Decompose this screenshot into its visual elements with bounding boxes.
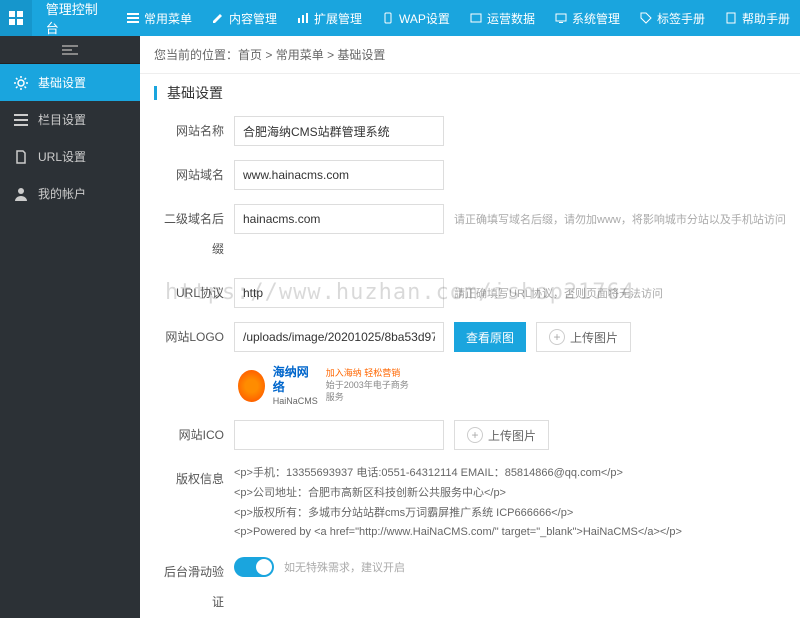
main: 基础设置 栏目设置 URL设置 我的帐户 您当前的位置：首页 > 常用菜单 > … [0, 36, 800, 618]
top-menu: 常用菜单 内容管理 扩展管理 WAP设置 运营数据 系统管理 标签手册 帮助手册 [117, 0, 800, 36]
logo-swirl-icon [238, 370, 265, 402]
row-subsuffix: 二级域名后缀 请正确填写域名后缀，请勿加www，将影响城市分站以及手机站访问 [154, 204, 786, 264]
panel: 基础设置 网站名称 网站域名 二级域名后缀 请正确填写域名后缀，请勿加www，将… [154, 86, 786, 618]
row-copyright: 版权信息 <p>手机：13355693937 电话:0551-64312114 … [154, 464, 786, 543]
label-subsuffix: 二级域名后缀 [154, 204, 234, 264]
btn-upload-logo[interactable]: +上传图片 [536, 322, 631, 352]
sidebar-collapse[interactable] [0, 36, 140, 64]
input-logo[interactable] [234, 322, 444, 352]
sidebar-item-account[interactable]: 我的帐户 [0, 175, 140, 212]
app-title: 管理控制台 [32, 0, 117, 37]
menu-system[interactable]: 系统管理 [545, 0, 630, 36]
input-protocol[interactable] [234, 278, 444, 308]
row-slideverify: 后台滑动验证 如无特殊需求，建议开启 [154, 557, 786, 617]
file-icon [14, 150, 28, 164]
breadcrumb: 您当前的位置：首页 > 常用菜单 > 基础设置 [140, 36, 800, 74]
input-subsuffix[interactable] [234, 204, 444, 234]
menu-wap[interactable]: WAP设置 [372, 0, 460, 36]
tag-icon [640, 12, 652, 24]
row-logo-preview: 海纳网络 HaiNaCMS 加入海纳 轻松营销 始于2003年电子商务服务 [154, 366, 786, 406]
menu-common[interactable]: 常用菜单 [117, 0, 202, 36]
sidebar-item-column[interactable]: 栏目设置 [0, 101, 140, 138]
dashboard-icon [8, 10, 24, 26]
sidebar: 基础设置 栏目设置 URL设置 我的帐户 [0, 36, 140, 618]
row-protocol: URL协议 請正确填写URL协议，否则页面将无法访问 [154, 278, 786, 308]
btn-view-logo[interactable]: 查看原图 [454, 322, 526, 352]
sidebar-item-basic[interactable]: 基础设置 [0, 64, 140, 101]
edit-icon [212, 12, 224, 24]
sidebar-item-url[interactable]: URL设置 [0, 138, 140, 175]
book-icon [725, 12, 737, 24]
row-ico: 网站ICO +上传图片 [154, 420, 786, 450]
row-domain: 网站域名 [154, 160, 786, 190]
plus-icon: + [549, 329, 565, 345]
logo-preview: 海纳网络 HaiNaCMS 加入海纳 轻松营销 始于2003年电子商务服务 [234, 366, 414, 406]
panel-title: 基础设置 [154, 86, 786, 100]
switch-slideverify[interactable] [234, 557, 274, 577]
chart-icon [297, 12, 309, 24]
label-domain: 网站域名 [154, 160, 234, 190]
row-sitename: 网站名称 [154, 116, 786, 146]
hint-subsuffix: 请正确填写域名后缀，请勿加www，将影响城市分站以及手机站访问 [454, 211, 786, 227]
phone-icon [382, 12, 394, 24]
crumb-current: 基础设置 [337, 48, 385, 62]
plus-icon: + [467, 427, 483, 443]
input-sitename[interactable] [234, 116, 444, 146]
copyright-text[interactable]: <p>手机：13355693937 电话:0551-64312114 EMAIL… [234, 464, 786, 543]
hint-protocol: 請正确填写URL协议，否则页面将无法访问 [454, 285, 663, 301]
gear-icon [14, 76, 28, 90]
crumb-menu[interactable]: 常用菜单 [276, 48, 324, 62]
label-protocol: URL协议 [154, 278, 234, 308]
hint-slideverify: 如无特殊需求，建议开启 [284, 559, 405, 575]
label-logo: 网站LOGO [154, 322, 234, 352]
content: 您当前的位置：首页 > 常用菜单 > 基础设置 基础设置 网站名称 网站域名 二… [140, 36, 800, 618]
monitor-icon [555, 12, 567, 24]
label-slideverify: 后台滑动验证 [154, 557, 234, 617]
input-ico[interactable] [234, 420, 444, 450]
list-icon [127, 12, 139, 24]
input-domain[interactable] [234, 160, 444, 190]
row-logo: 网站LOGO 查看原图 +上传图片 [154, 322, 786, 352]
menu-operation[interactable]: 运营数据 [460, 0, 545, 36]
user-icon [14, 187, 28, 201]
menu-help[interactable]: 帮助手册 [715, 0, 800, 36]
menu-content[interactable]: 内容管理 [202, 0, 287, 36]
label-copyright: 版权信息 [154, 464, 234, 494]
menu-extend[interactable]: 扩展管理 [287, 0, 372, 36]
data-icon [470, 12, 482, 24]
crumb-home[interactable]: 首页 [238, 48, 262, 62]
menu-tags[interactable]: 标签手册 [630, 0, 715, 36]
label-sitename: 网站名称 [154, 116, 234, 146]
btn-upload-ico[interactable]: +上传图片 [454, 420, 549, 450]
logo-icon[interactable] [0, 0, 32, 36]
list-icon [14, 113, 28, 127]
label-ico: 网站ICO [154, 420, 234, 450]
topbar: 管理控制台 常用菜单 内容管理 扩展管理 WAP设置 运营数据 系统管理 标签手… [0, 0, 800, 36]
collapse-icon [62, 45, 78, 55]
